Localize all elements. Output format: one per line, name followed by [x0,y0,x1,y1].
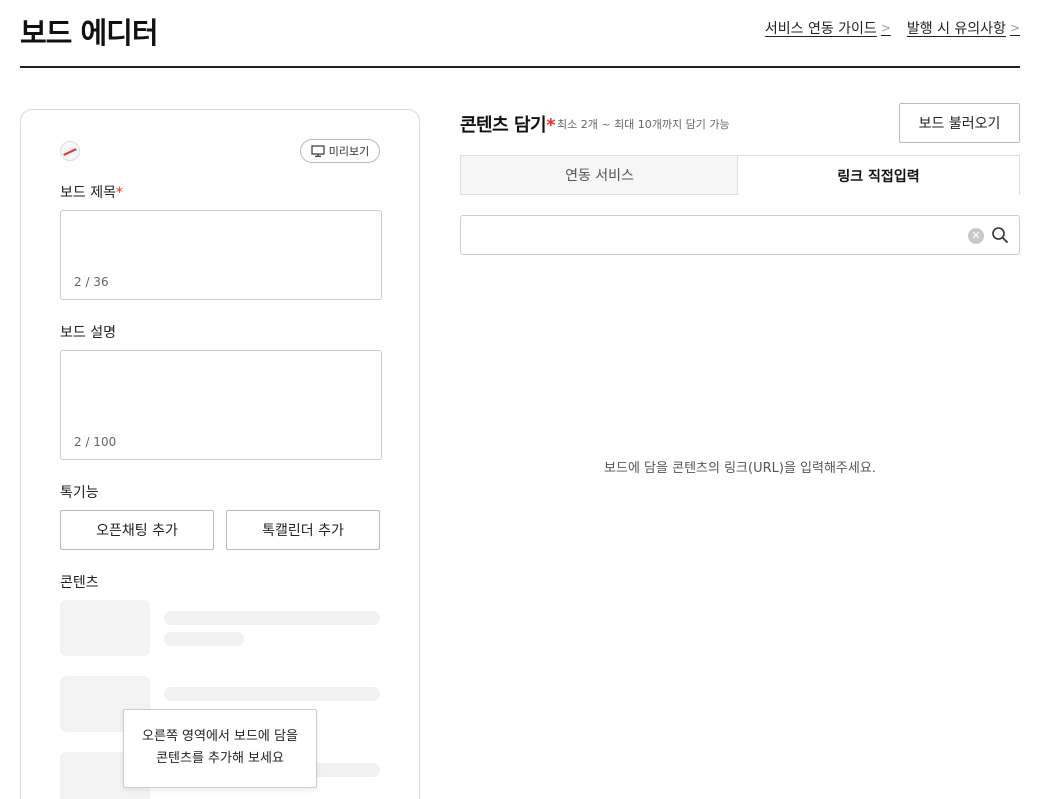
page-title: 보드 에디터 [20,16,158,50]
content-placeholder-line [164,611,380,625]
url-input[interactable] [471,224,961,248]
monitor-icon [311,145,325,157]
desc-char-counter: 2 / 100 [74,435,117,449]
contents-label: 콘텐츠 [60,575,99,591]
content-placeholder-line [164,687,380,701]
clear-icon[interactable]: ✕ [968,228,984,244]
required-mark: * [115,185,123,201]
search-icon[interactable] [991,226,1009,244]
chevron-right-icon: > [880,21,891,35]
preview-button[interactable]: 미리보기 [300,139,380,163]
publish-notice-label: 발행 시 유의사항 [906,21,1006,37]
board-desc-label: 보드 설명 [60,325,116,341]
tab-direct-link-input[interactable]: 링크 직접입력 [737,155,1020,195]
add-talk-calendar-button[interactable]: 톡캘린더 추가 [226,510,380,550]
tooltip-line: 오른쪽 영역에서 보드에 담을 [142,729,298,744]
title-char-counter: 2 / 36 [74,275,109,289]
content-limit-hint: 최소 2개 ~ 최대 10개까지 담기 가능 [557,118,730,131]
profile-avatar [60,141,80,161]
add-content-tooltip: 오른쪽 영역에서 보드에 담을 콘텐츠를 추가해 보세요 [123,709,317,788]
board-title-label: 보드 제목* [60,182,123,202]
content-placeholder-thumb [60,600,150,656]
service-guide-link[interactable]: 서비스 연동 가이드 > [765,18,891,38]
add-content-title: 콘텐츠 담기* [460,111,555,137]
page-header: 보드 에디터 서비스 연동 가이드 > 발행 시 유의사항 > [20,0,1020,68]
load-board-button[interactable]: 보드 불러오기 [899,103,1020,143]
chevron-right-icon: > [1009,21,1020,35]
publish-notice-link[interactable]: 발행 시 유의사항 > [907,18,1020,38]
board-title-label-text: 보드 제목 [60,185,116,201]
preview-label: 미리보기 [328,145,370,158]
board-title-input[interactable]: 2 / 36 [60,210,382,300]
board-desc-input[interactable]: 2 / 100 [60,350,382,460]
content-placeholder-line [164,632,244,646]
add-content-title-text: 콘텐츠 담기 [460,115,547,136]
empty-state-message: 보드에 담을 콘텐츠의 링크(URL)을 입력해주세요. [604,461,876,476]
tab-linked-services[interactable]: 연동 서비스 [460,155,738,195]
tooltip-line: 콘텐츠를 추가해 보세요 [156,751,284,766]
header-links: 서비스 연동 가이드 > 발행 시 유의사항 > [765,18,1020,38]
board-preview-panel: 미리보기 보드 제목* 2 / 36 보드 설명 2 / 100 톡기능 오픈채… [20,109,420,799]
talk-features-label: 톡기능 [60,485,99,501]
url-input-field: ✕ [460,215,1020,255]
add-open-chat-button[interactable]: 오픈채팅 추가 [60,510,214,550]
service-guide-label: 서비스 연동 가이드 [764,21,877,37]
required-mark: * [546,115,555,136]
